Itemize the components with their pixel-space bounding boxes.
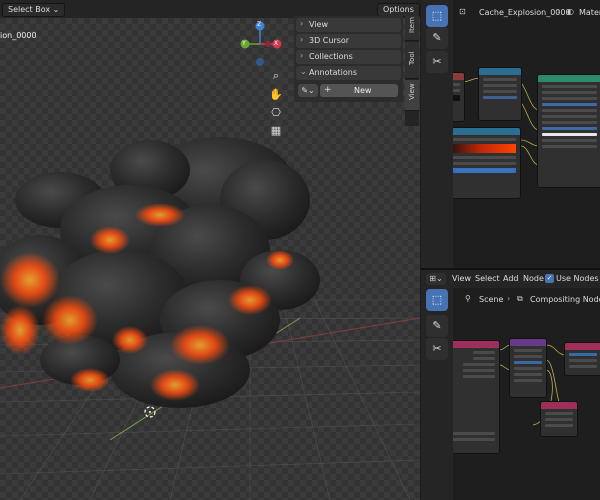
- panel-3d-cursor[interactable]: › 3D Cursor: [296, 34, 401, 48]
- panel-view[interactable]: › View: [296, 18, 401, 32]
- ortho-grid-icon[interactable]: ▦: [268, 123, 284, 139]
- panel-3d-cursor-label: 3D Cursor: [309, 36, 350, 45]
- use-nodes-label: Use Nodes: [556, 274, 599, 283]
- nodetree-icon: ⧉: [517, 294, 523, 303]
- tab-item[interactable]: Item: [405, 16, 419, 41]
- shader-toolbar: ⬚ ✎ ✂: [421, 0, 453, 268]
- options-dropdown[interactable]: Options ⌄: [377, 3, 420, 26]
- select-mode-label: Select Box: [8, 5, 51, 14]
- annotate-tool-icon[interactable]: ✎: [426, 315, 448, 337]
- menu-view[interactable]: View: [452, 274, 471, 283]
- plus-icon: +: [324, 85, 332, 95]
- sidebar-tabs: Item Tool View: [405, 16, 419, 126]
- links-cut-tool-icon[interactable]: ✂: [426, 338, 448, 360]
- use-nodes-checkbox[interactable]: ✓: [545, 274, 554, 283]
- editor-type-icon[interactable]: ⊞⌄: [426, 273, 446, 285]
- denoise-node[interactable]: [509, 338, 547, 398]
- camera-view-icon[interactable]: ⎔: [268, 105, 284, 121]
- chevron-right-icon: ›: [300, 19, 304, 28]
- gizmo-y-label[interactable]: Y: [242, 40, 246, 47]
- breadcrumb-separator-icon: ›: [507, 294, 511, 303]
- select-mode-dropdown[interactable]: Select Box ⌄: [2, 3, 66, 17]
- tab-item-label: Item: [408, 17, 416, 33]
- chevron-down-icon: ⌄: [52, 5, 60, 14]
- object-data-icon: ⊡: [459, 7, 466, 16]
- chevron-right-icon: ›: [300, 35, 304, 44]
- annotate-tool-icon[interactable]: ✎: [426, 27, 448, 49]
- compositor-breadcrumb: ⚲ Scene › ⧉ Compositing Nodetree: [453, 290, 600, 308]
- zoom-icon[interactable]: ⌕: [268, 68, 284, 84]
- menu-node[interactable]: Node: [523, 274, 544, 283]
- composite-node[interactable]: [564, 342, 600, 376]
- breadcrumb-nodetree[interactable]: Compositing Nodetree: [530, 295, 600, 304]
- tab-tool[interactable]: Tool: [405, 42, 419, 79]
- options-label: Options: [383, 5, 414, 14]
- panel-collections[interactable]: › Collections: [296, 50, 401, 64]
- tab-view-label: View: [408, 83, 416, 100]
- principled-volume-node[interactable]: [537, 74, 600, 188]
- panel-annotations[interactable]: ⌄ Annotations: [296, 66, 401, 80]
- menu-add[interactable]: Add: [503, 274, 519, 283]
- pan-hand-icon[interactable]: ✋: [268, 87, 284, 103]
- chevron-right-icon: ›: [300, 51, 304, 60]
- sidebar-panel: › View › 3D Cursor › Collections ⌄ Annot…: [294, 16, 403, 102]
- select-tool-icon[interactable]: ⬚: [426, 5, 448, 27]
- shader-breadcrumb: ⊡ Cache_Explosion_0000 › ◐ Mater: [453, 3, 600, 23]
- tab-view[interactable]: View: [405, 80, 419, 111]
- select-tool-icon[interactable]: ⬚: [426, 289, 448, 311]
- links-cut-tool-icon[interactable]: ✂: [426, 51, 448, 73]
- viewport-object-label: ion_0000: [0, 31, 37, 40]
- material-icon: ◐: [567, 7, 574, 16]
- scene-icon: ⚲: [465, 294, 471, 303]
- panel-view-label: View: [309, 20, 328, 29]
- annotation-pencil-icon[interactable]: ✎⌄: [298, 84, 318, 97]
- panel-collections-label: Collections: [309, 52, 353, 61]
- math-multiply-node[interactable]: [478, 67, 522, 121]
- breadcrumb-separator-icon: ›: [557, 7, 561, 16]
- new-annotation-button[interactable]: + New: [320, 84, 398, 97]
- colorramp-node[interactable]: [441, 127, 521, 199]
- tab-tool-label: Tool: [408, 51, 416, 65]
- compositor-header: ⊞⌄ View Select Add Node ✓ Use Nodes: [421, 270, 600, 288]
- breadcrumb-material[interactable]: Mater: [579, 8, 600, 17]
- file-output-node[interactable]: [540, 401, 578, 437]
- new-button-label: New: [354, 86, 372, 95]
- gizmo-z-label[interactable]: Z: [257, 21, 261, 28]
- chevron-down-icon: ⌄: [300, 67, 307, 76]
- gizmo-x-label[interactable]: X: [274, 40, 278, 47]
- panel-annotations-label: Annotations: [309, 68, 358, 77]
- compositor-toolbar: ⬚ ✎ ✂: [421, 288, 453, 500]
- breadcrumb-scene[interactable]: Scene: [479, 295, 503, 304]
- menu-select[interactable]: Select: [475, 274, 500, 283]
